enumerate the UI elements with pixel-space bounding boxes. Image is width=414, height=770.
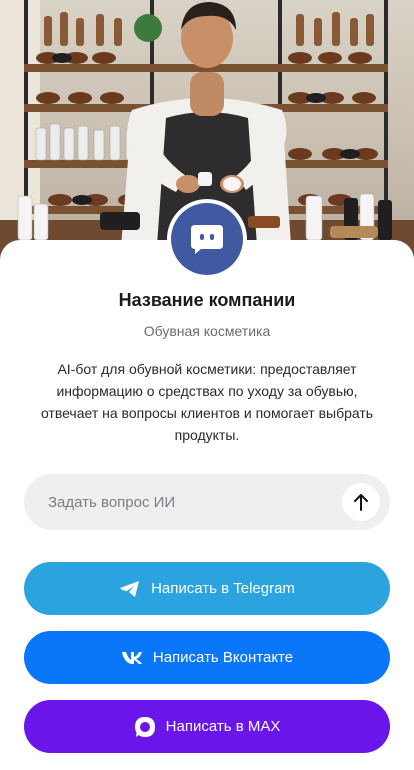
company-name: Название компании (118, 290, 296, 310)
page: Название компании Обувная косметика AI-б… (0, 0, 414, 770)
write-max-button[interactable]: Написать в MAX (24, 700, 390, 753)
company-description: AI-бот для обувной косметики: предоставл… (40, 361, 374, 443)
max-icon (134, 716, 156, 738)
vk-icon (121, 651, 143, 665)
write-vk-label: Написать Вконтакте (152, 649, 294, 666)
ask-ai-input[interactable] (48, 474, 338, 530)
arrow-up-icon (354, 494, 368, 511)
send-question-button[interactable] (342, 483, 380, 521)
write-telegram-label: Написать в Telegram (151, 580, 295, 597)
ask-ai-box (24, 474, 390, 530)
write-vk-button[interactable]: Написать Вконтакте (24, 631, 390, 684)
avatar-circle (171, 203, 243, 275)
telegram-icon (119, 580, 141, 598)
write-telegram-button[interactable]: Написать в Telegram (24, 562, 390, 615)
company-avatar (167, 199, 247, 279)
company-subtitle: Обувная косметика (143, 323, 271, 339)
write-max-label: Написать в MAX (165, 718, 281, 735)
chat-bot-icon (191, 225, 223, 254)
